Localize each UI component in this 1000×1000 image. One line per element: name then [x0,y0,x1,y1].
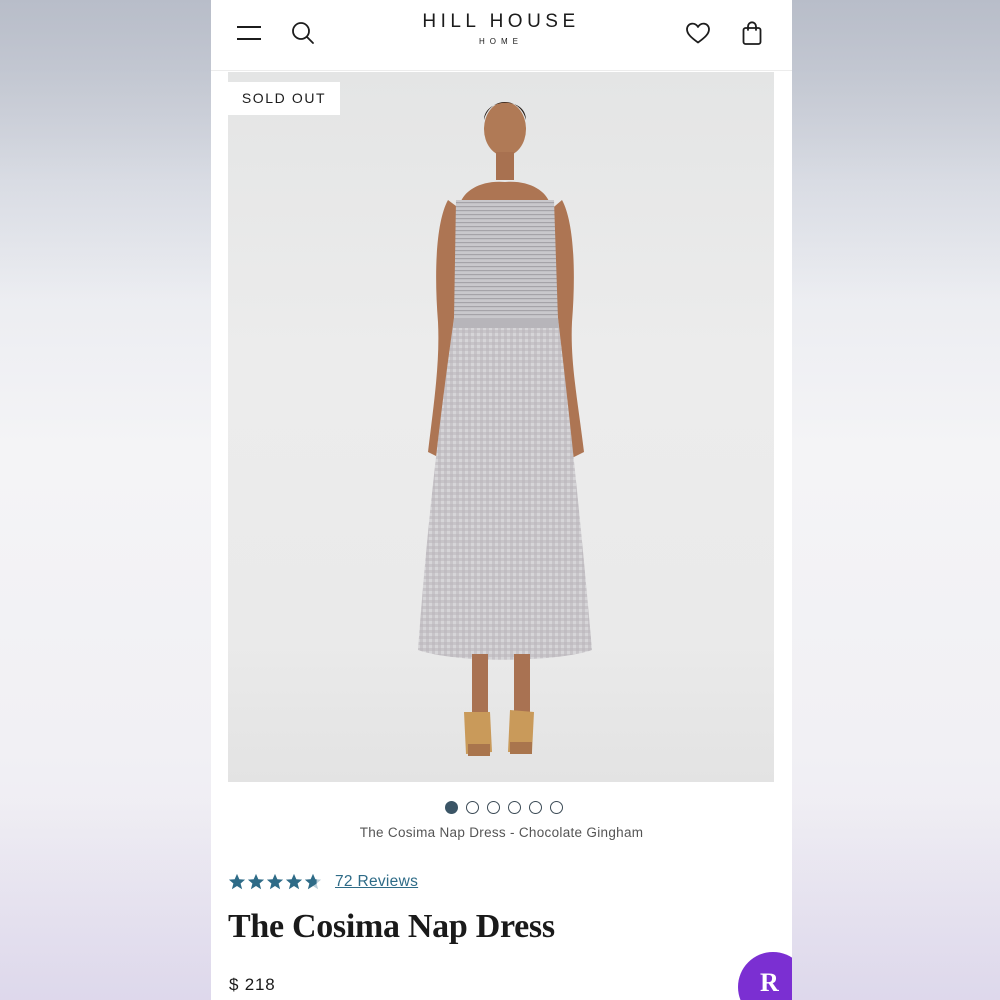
carousel-pagination [211,801,792,817]
carousel-dot[interactable] [528,801,542,814]
carousel-dot[interactable] [549,801,563,814]
carousel-dot[interactable] [465,801,479,814]
rating-stars [228,873,322,891]
star-icon [285,873,303,890]
carousel-dot[interactable] [507,801,521,814]
heart-icon[interactable] [685,21,711,45]
star-icon [228,873,246,890]
product-page: HILL HOUSE HOME SOLD OUT The Cosima Nap … [211,0,792,1000]
product-title: The Cosima Nap Dress [228,908,555,945]
reviews-link[interactable]: 72 Reviews [335,873,418,891]
menu-icon[interactable] [237,23,263,43]
image-caption: The Cosima Nap Dress - Chocolate Gingham [359,825,644,840]
model-in-dress-illustration [418,102,592,756]
carousel-dot[interactable] [444,801,458,814]
brand-logo[interactable]: HILL HOUSE HOME [401,11,601,46]
product-rating: 72 Reviews [228,871,418,893]
sold-out-badge: SOLD OUT [228,82,340,115]
star-icon [247,873,265,890]
floating-badge-letter: R [760,968,779,997]
product-image[interactable] [228,72,774,782]
search-icon[interactable] [291,21,315,45]
brand-subtitle: HOME [479,37,523,46]
background-right [792,0,1000,1000]
brand-name: HILL HOUSE [422,11,580,32]
floating-app-badge[interactable]: R [738,952,792,1000]
star-icon [266,873,284,890]
shopping-bag-icon[interactable] [741,20,763,46]
half-star-icon [304,873,322,890]
background-left [0,0,211,1000]
site-header: HILL HOUSE HOME [211,0,792,71]
product-price: $ 218 [229,975,276,994]
carousel-dot[interactable] [486,801,500,814]
